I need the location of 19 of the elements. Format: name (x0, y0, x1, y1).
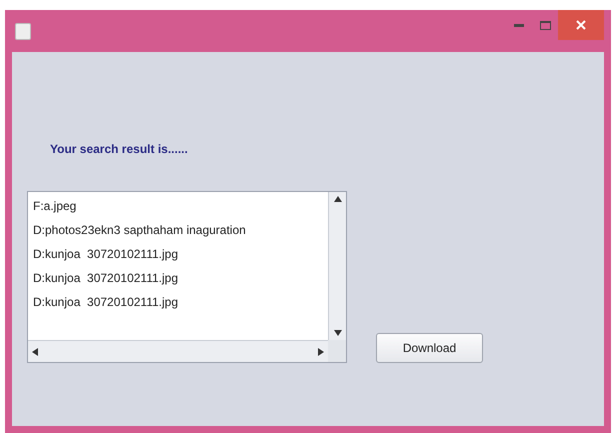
result-heading: Your search result is...... (50, 142, 189, 156)
left-arrow-icon (32, 348, 38, 356)
app-icon (15, 22, 31, 40)
vertical-scrollbar[interactable] (328, 192, 346, 340)
down-arrow-icon (334, 330, 342, 336)
horizontal-scrollbar[interactable] (28, 340, 328, 362)
up-arrow-icon (334, 196, 342, 202)
close-button[interactable] (558, 10, 604, 40)
list-item[interactable]: D:kunjoa 30720102111.jpg (28, 290, 328, 314)
minimize-icon (514, 24, 524, 26)
list-item[interactable]: D:kunjoa 30720102111.jpg (28, 266, 328, 290)
scrollbar-corner (328, 340, 346, 362)
list-item[interactable]: D:kunjoa 30720102111.jpg (28, 242, 328, 266)
maximize-icon (540, 20, 550, 30)
list-item[interactable]: F:a.jpeg (28, 194, 328, 218)
list-item[interactable]: D:photos23ekn3 sapthaham inaguration (28, 218, 328, 242)
close-icon (576, 20, 586, 30)
download-button[interactable]: Download (376, 333, 483, 363)
right-arrow-icon (318, 348, 324, 356)
